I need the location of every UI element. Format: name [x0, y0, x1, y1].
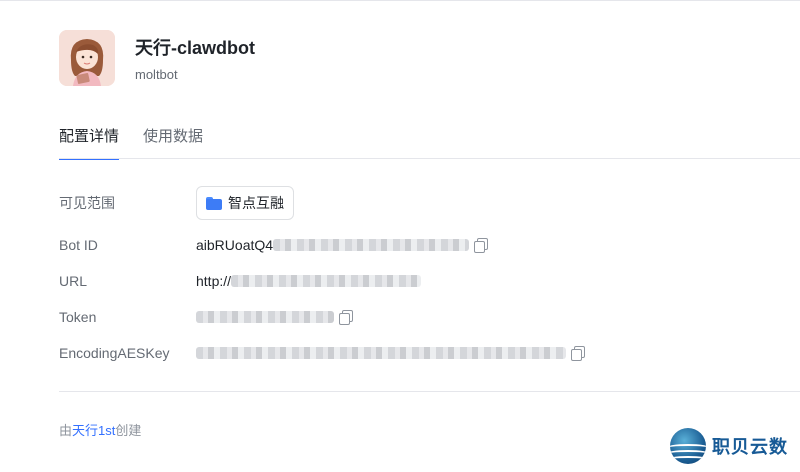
bot-id-value-group: aibRUoatQ4 [196, 237, 489, 253]
bot-id-value: aibRUoatQ4 [196, 237, 274, 253]
tab-usage-data[interactable]: 使用数据 [143, 126, 203, 160]
creator-footer: 由天行1st创建 [59, 420, 141, 439]
watermark: 职贝云数 [670, 428, 788, 464]
watermark-text: 职贝云数 [712, 437, 788, 457]
app-subtitle: moltbot [135, 66, 178, 82]
folder-icon [206, 196, 222, 210]
url-value-group: http:// [196, 273, 422, 289]
scope-value: 智点互融 [228, 195, 284, 211]
bottom-divider [59, 391, 800, 392]
url-redacted [231, 275, 422, 287]
app-meta: 天行-clawdbot moltbot [135, 35, 255, 82]
url-label: URL [59, 273, 88, 289]
footer-prefix: 由 [59, 423, 73, 438]
app-header: 天行-clawdbot moltbot [59, 30, 255, 86]
bot-avatar [59, 30, 115, 86]
footer-suffix: 创建 [115, 423, 142, 438]
scope-label: 可见范围 [59, 195, 115, 211]
creator-link[interactable]: 天行1st [72, 423, 115, 438]
url-value: http:// [196, 273, 232, 289]
top-border [0, 0, 800, 1]
aes-redacted [196, 347, 566, 359]
watermark-logo-icon [670, 428, 706, 464]
token-redacted [196, 311, 334, 323]
tabs-divider [59, 158, 800, 159]
row-token: Token [59, 309, 353, 325]
app-name: 天行-clawdbot [135, 37, 255, 58]
scope-chip[interactable]: 智点互融 [196, 186, 294, 220]
tab-config-details[interactable]: 配置详情 [59, 126, 120, 160]
row-bot-id: Bot ID aibRUoatQ4 [59, 237, 489, 253]
row-encoding-aes-key: EncodingAESKey [59, 345, 585, 361]
row-url: URL http:// [59, 273, 422, 289]
tab-bar: 配置详情 使用数据 [59, 126, 227, 160]
bot-id-label: Bot ID [59, 237, 98, 253]
copy-icon[interactable] [571, 346, 585, 361]
copy-icon[interactable] [474, 238, 489, 253]
token-value-group [196, 310, 353, 325]
aes-label: EncodingAESKey [59, 345, 170, 361]
token-label: Token [59, 309, 97, 325]
bot-id-redacted [273, 239, 470, 251]
aes-value-group [196, 346, 585, 361]
row-scope: 可见范围 智点互融 [59, 186, 294, 220]
copy-icon[interactable] [339, 310, 353, 325]
